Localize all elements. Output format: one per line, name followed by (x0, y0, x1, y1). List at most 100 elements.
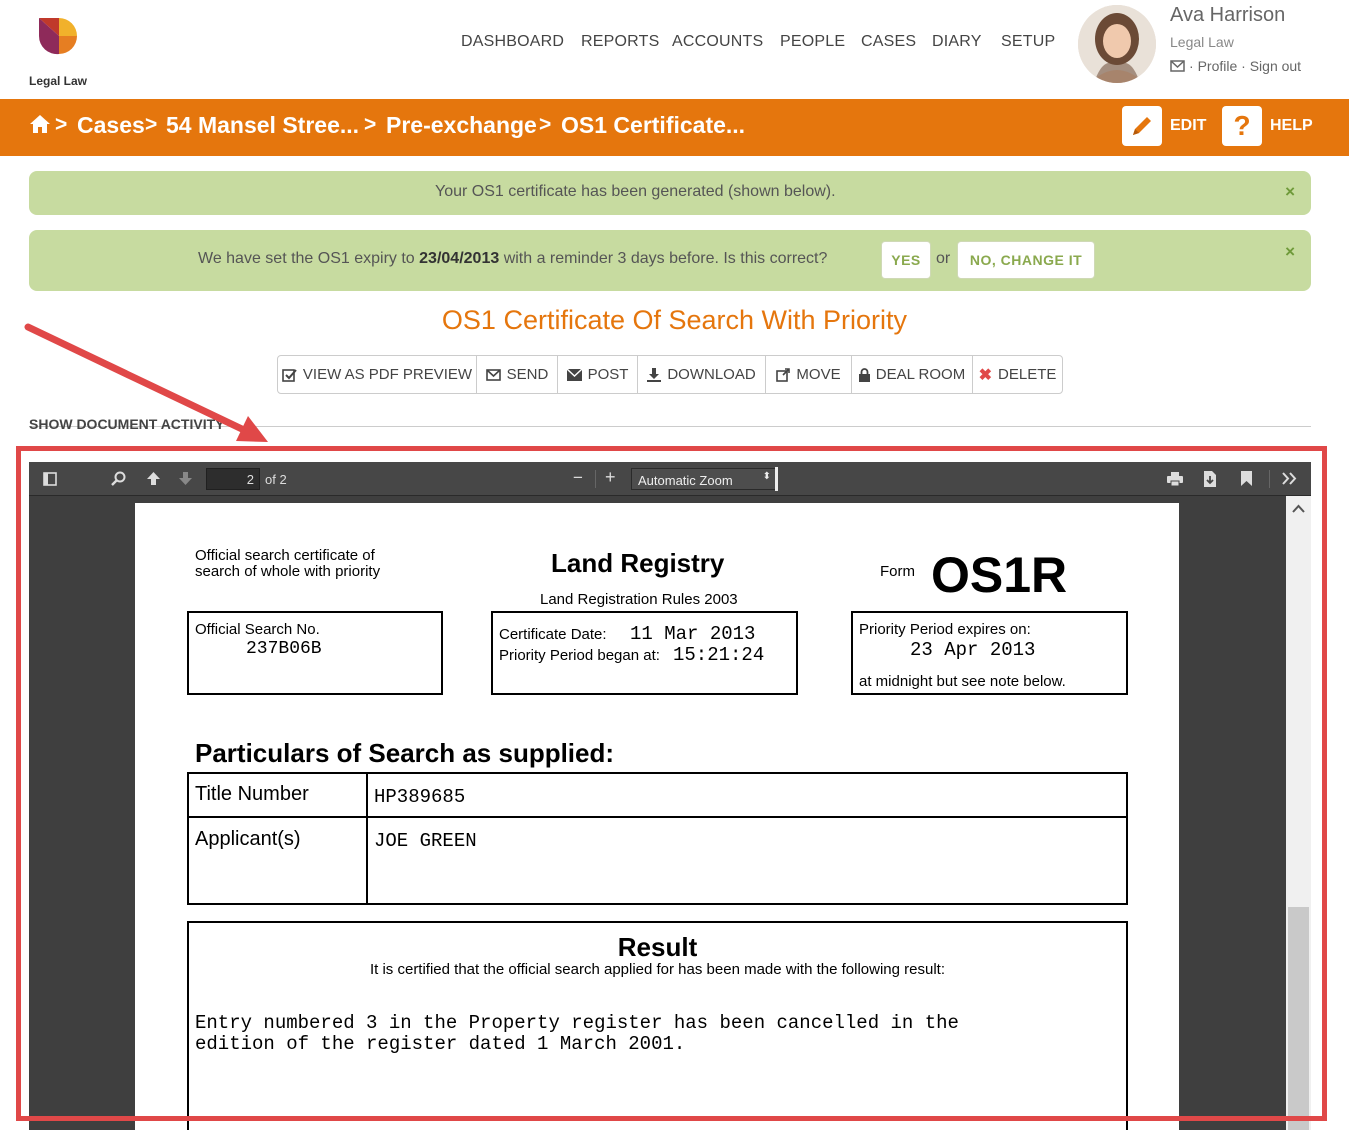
certificate-date: 11 Mar 2013 (630, 623, 756, 645)
home-icon[interactable] (29, 114, 51, 134)
envelope-icon[interactable] (1170, 60, 1185, 72)
breadcrumb-property[interactable]: 54 Mansel Stree... (166, 112, 359, 139)
nav-dashboard[interactable]: DASHBOARD (461, 33, 564, 51)
table-row-divider (189, 816, 1126, 818)
search-icon[interactable] (111, 471, 126, 486)
viewer-scrollbar[interactable] (1286, 496, 1311, 1130)
particulars-table: Title Number HP389685 Applicant(s) JOE G… (187, 772, 1128, 905)
toolbar-divider (595, 470, 596, 488)
edit-button[interactable] (1122, 106, 1162, 146)
move-button[interactable]: MOVE (766, 356, 852, 393)
priority-expiry-box: Priority Period expires on: 23 Apr 2013 … (851, 611, 1128, 695)
post-label: POST (587, 366, 629, 383)
send-label: SEND (506, 366, 549, 383)
pdf-viewer: 2 of 2 − + Automatic Zoom ⬍ Official sea… (29, 462, 1311, 1130)
search-number-box: Official Search No. 237B06B (187, 611, 443, 695)
previous-page-icon[interactable] (146, 471, 161, 486)
document-title: OS1 Certificate Of Search With Priority (441, 305, 908, 335)
search-number-label: Official Search No. (195, 621, 320, 638)
tools-menu-icon[interactable] (1282, 472, 1297, 485)
lock-icon (858, 367, 870, 382)
user-avatar[interactable] (1078, 5, 1156, 83)
nav-accounts[interactable]: ACCOUNTS (672, 33, 763, 51)
registry-rules: Land Registration Rules 2003 (540, 591, 738, 608)
particulars-heading: Particulars of Search as supplied: (195, 738, 615, 768)
external-link-icon (776, 367, 791, 382)
sidebar-toggle-icon[interactable] (43, 472, 57, 486)
mail-icon (566, 368, 582, 381)
download-icon (647, 367, 662, 382)
pdf-page: Official search certificate of search of… (135, 503, 1179, 1130)
result-line: edition of the register dated 1 March 20… (195, 1033, 686, 1055)
result-heading: Result (617, 932, 698, 962)
certificate-date-label: Certificate Date: (499, 626, 607, 643)
zoom-select-value: Automatic Zoom (638, 473, 733, 488)
scrollbar-thumb[interactable] (1288, 907, 1309, 1130)
show-document-activity-link[interactable]: SHOW DOCUMENT ACTIVITY (29, 416, 224, 432)
text-cursor (775, 467, 778, 491)
nav-reports[interactable]: REPORTS (581, 33, 659, 51)
send-button[interactable]: SEND (477, 356, 558, 393)
breadcrumb-cases[interactable]: Cases (77, 112, 145, 139)
or-text: or (936, 250, 951, 267)
close-icon[interactable]: × (1285, 242, 1295, 262)
applicants: JOE GREEN (374, 830, 477, 852)
deal-room-button[interactable]: DEAL ROOM (852, 356, 973, 393)
breadcrumb-separator: > (55, 113, 68, 136)
envelope-icon (485, 368, 501, 381)
user-name: Ava Harrison (1170, 4, 1286, 26)
form-label: Form (880, 563, 915, 580)
avatar-image (1078, 5, 1156, 83)
result-box: Result It is certified that the official… (187, 921, 1128, 1130)
delete-button[interactable]: ✖ DELETE (973, 356, 1062, 393)
midnight-note: at midnight but see note below. (859, 673, 1066, 690)
document-actions-toolbar: VIEW AS PDF PREVIEW SEND POST DOWNLOAD M… (277, 355, 1063, 394)
deal-room-label: DEAL ROOM (875, 366, 966, 383)
move-label: MOVE (796, 366, 841, 383)
profile-link[interactable]: Profile (1198, 58, 1238, 74)
next-page-icon[interactable] (178, 471, 193, 486)
certificate-type-line: search of whole with priority (195, 563, 381, 580)
page-number-input[interactable]: 2 (206, 468, 260, 490)
nav-people[interactable]: PEOPLE (780, 33, 845, 51)
table-column-divider (366, 774, 368, 903)
nav-cases[interactable]: CASES (861, 33, 916, 51)
user-links-sep: · (1189, 58, 1194, 74)
expiry-post-text: with a reminder 3 days before. Is this c… (503, 250, 828, 267)
nav-setup[interactable]: SETUP (1001, 33, 1055, 51)
bookmark-icon[interactable] (1241, 471, 1252, 486)
title-number-label: Title Number (195, 783, 309, 805)
view-pdf-preview-button[interactable]: VIEW AS PDF PREVIEW (278, 356, 477, 393)
help-button[interactable]: ? (1222, 106, 1262, 146)
toolbar-divider (1269, 470, 1270, 488)
save-icon[interactable] (1203, 471, 1217, 487)
yes-button[interactable]: YES (881, 241, 931, 279)
download-button[interactable]: DOWNLOAD (638, 356, 766, 393)
checkbox-icon (282, 368, 297, 382)
edit-label[interactable]: EDIT (1170, 117, 1206, 135)
change-button[interactable]: NO, CHANGE IT (957, 241, 1095, 279)
zoom-out-icon[interactable]: − (573, 468, 583, 488)
certificate-type-line: Official search certificate of (195, 547, 375, 564)
signout-link[interactable]: Sign out (1250, 58, 1301, 74)
breadcrumb-document: OS1 Certificate... (561, 112, 746, 138)
result-text: Entry numbered 3 in the Property registe… (195, 1013, 959, 1055)
priority-expires: 23 Apr 2013 (910, 639, 1036, 661)
expiry-pre-text: We have set the OS1 expiry to (198, 250, 415, 267)
select-arrows-icon: ⬍ (762, 471, 771, 482)
print-icon[interactable] (1167, 472, 1183, 486)
post-button[interactable]: POST (558, 356, 638, 393)
nav-diary[interactable]: DIARY (932, 33, 982, 51)
alert-expiry: We have set the OS1 expiry to 23/04/2013… (29, 230, 1311, 291)
scroll-up-icon[interactable] (1292, 504, 1305, 513)
search-number: 237B06B (246, 639, 322, 659)
breadcrumb-stage[interactable]: Pre-exchange (386, 112, 537, 139)
result-line: Entry numbered 3 in the Property registe… (195, 1012, 959, 1034)
result-intro: It is certified that the official search… (369, 961, 946, 978)
help-label[interactable]: HELP (1270, 117, 1313, 135)
zoom-in-icon[interactable]: + (605, 467, 616, 488)
priority-began: 15:21:24 (673, 644, 765, 666)
zoom-select[interactable]: Automatic Zoom ⬍ (631, 468, 777, 490)
close-icon[interactable]: × (1285, 182, 1295, 202)
form-code: OS1R (931, 547, 1068, 603)
